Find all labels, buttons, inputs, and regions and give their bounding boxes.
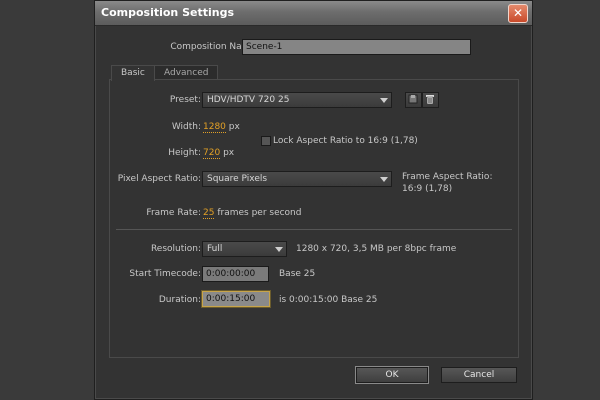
close-icon: ✕ bbox=[512, 6, 524, 20]
lock-aspect-checkbox[interactable] bbox=[261, 136, 271, 146]
lock-aspect-label: Lock Aspect Ratio to 16:9 (1,78) bbox=[273, 136, 418, 146]
frame-aspect-value: 16:9 (1,78) bbox=[402, 184, 453, 194]
title-bar[interactable]: Composition Settings ✕ bbox=[95, 1, 532, 26]
window-title: Composition Settings bbox=[101, 6, 235, 19]
frame-rate-field: 25 frames per second bbox=[203, 208, 302, 219]
save-preset-icon bbox=[408, 94, 418, 104]
close-button[interactable]: ✕ bbox=[508, 4, 528, 23]
save-preset-button[interactable] bbox=[405, 92, 422, 108]
start-timecode-input[interactable]: 0:00:00:00 bbox=[202, 266, 269, 282]
width-field: 1280 px bbox=[203, 122, 240, 133]
width-value[interactable]: 1280 bbox=[203, 122, 226, 133]
resolution-label: Resolution: bbox=[150, 244, 201, 254]
height-unit: px bbox=[223, 148, 235, 158]
dropdown-arrow-icon bbox=[380, 177, 388, 182]
frame-rate-value[interactable]: 25 bbox=[203, 208, 215, 219]
cancel-button[interactable]: Cancel bbox=[441, 367, 517, 383]
dropdown-arrow-icon bbox=[380, 98, 388, 103]
frame-rate-label: Frame Rate: bbox=[146, 208, 201, 218]
duration-info: is 0:00:15:00 Base 25 bbox=[279, 295, 378, 305]
tab-basic[interactable]: Basic bbox=[111, 65, 155, 81]
frame-aspect-label: Frame Aspect Ratio: bbox=[402, 172, 493, 182]
tab-advanced[interactable]: Advanced bbox=[154, 65, 219, 80]
dropdown-arrow-icon bbox=[275, 247, 283, 252]
width-label: Width: bbox=[171, 122, 201, 132]
duration-label: Duration: bbox=[158, 295, 201, 305]
composition-name-input[interactable]: Scene-1 bbox=[242, 39, 471, 55]
delete-preset-button[interactable] bbox=[422, 92, 439, 108]
pixel-aspect-value: Square Pixels bbox=[207, 174, 268, 184]
preset-label: Preset: bbox=[169, 95, 201, 105]
section-divider bbox=[116, 229, 512, 230]
start-timecode-label: Start Timecode: bbox=[129, 269, 201, 279]
preset-dropdown[interactable]: HDV/HDTV 720 25 bbox=[202, 92, 392, 108]
resolution-info: 1280 x 720, 3,5 MB per 8bpc frame bbox=[296, 244, 457, 254]
basic-settings-panel bbox=[109, 79, 519, 358]
height-value[interactable]: 720 bbox=[203, 148, 221, 159]
resolution-value: Full bbox=[207, 244, 223, 254]
pixel-aspect-dropdown[interactable]: Square Pixels bbox=[202, 171, 392, 187]
pixel-aspect-label: Pixel Aspect Ratio: bbox=[117, 174, 201, 184]
width-unit: px bbox=[228, 122, 240, 132]
trash-icon bbox=[426, 95, 434, 104]
preset-value: HDV/HDTV 720 25 bbox=[207, 95, 290, 105]
duration-input[interactable]: 0:00:15:00 bbox=[202, 291, 270, 307]
ok-button[interactable]: OK bbox=[356, 367, 428, 383]
resolution-dropdown[interactable]: Full bbox=[202, 241, 287, 257]
frame-rate-unit: frames per second bbox=[217, 208, 302, 218]
height-label: Height: bbox=[168, 148, 201, 158]
composition-settings-dialog: Composition Settings ✕ Composition Name:… bbox=[94, 0, 533, 400]
height-field: 720 px bbox=[203, 148, 235, 159]
start-timecode-base: Base 25 bbox=[279, 269, 316, 279]
